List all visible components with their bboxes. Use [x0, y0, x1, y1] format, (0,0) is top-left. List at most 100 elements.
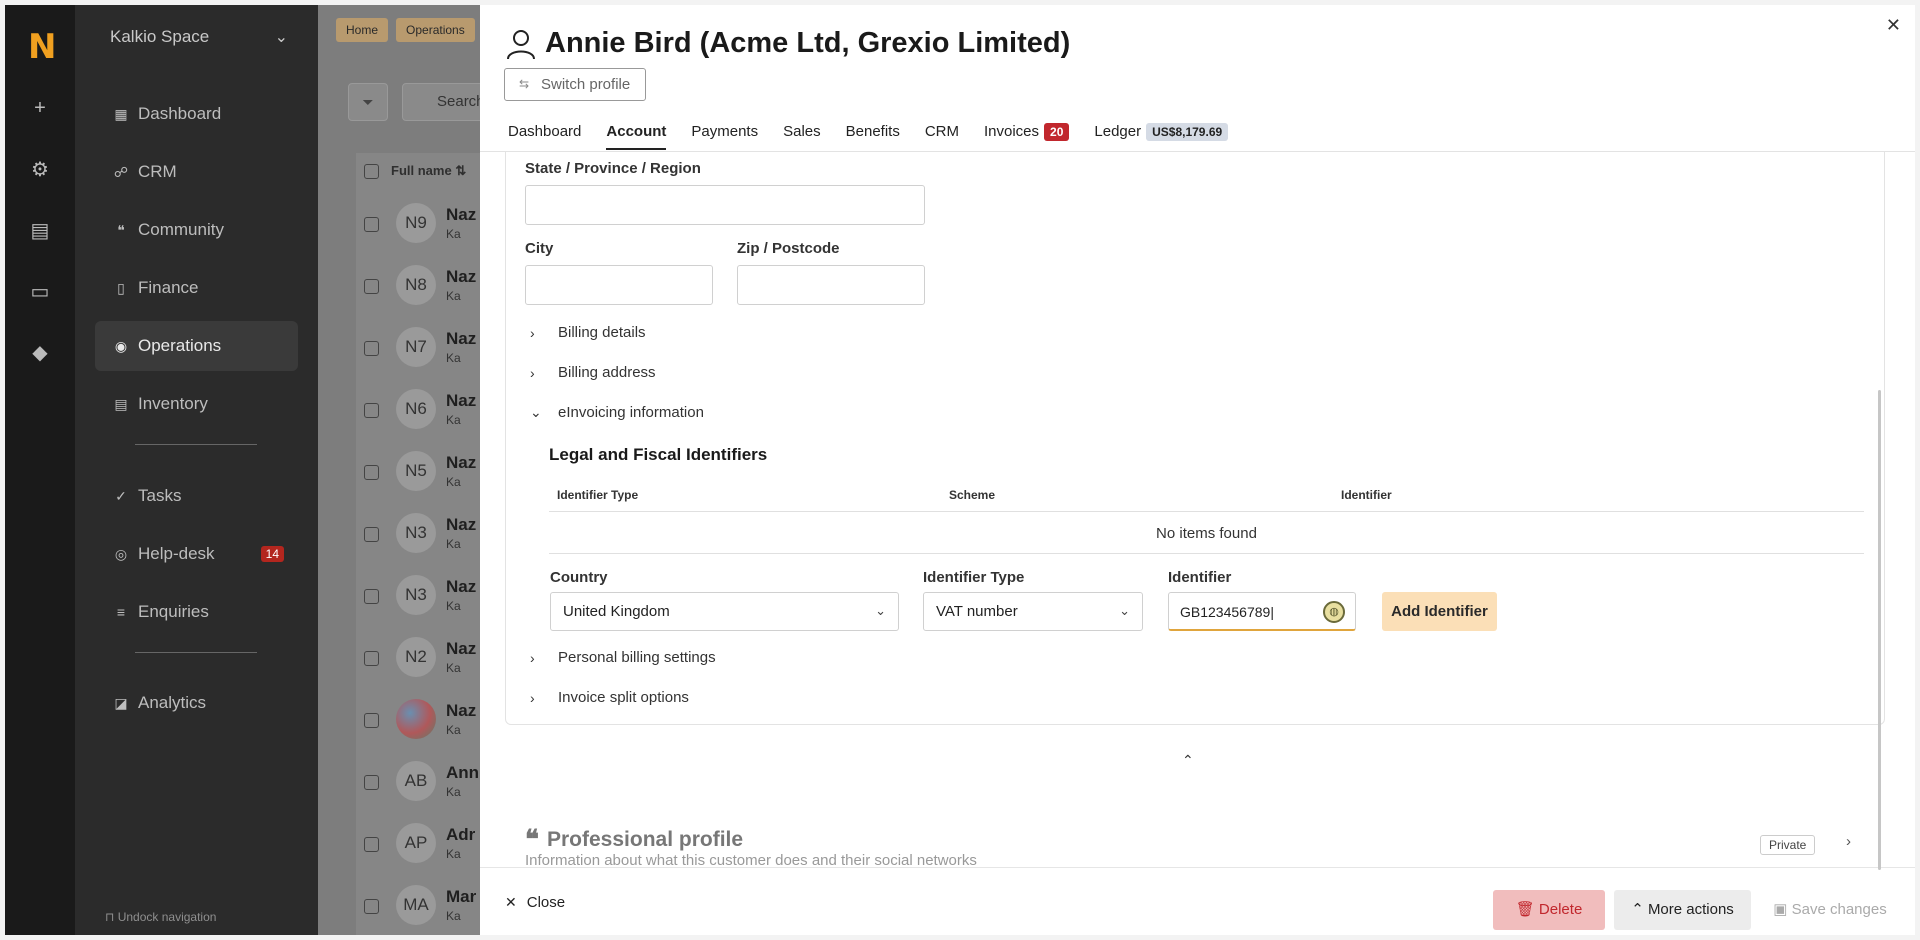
zip-field[interactable]	[737, 265, 925, 305]
professional-profile-header[interactable]: ❝ Professional profile	[525, 824, 743, 855]
sidebar-item-inventory[interactable]: ▤ Inventory	[95, 379, 298, 429]
list-item[interactable]: AP Adr Ka	[356, 813, 480, 875]
section-label: eInvoicing information	[558, 404, 704, 421]
list-item[interactable]: N2 Naz Ka	[356, 627, 480, 689]
column-header-full-name[interactable]: Full name	[391, 163, 452, 178]
switch-profile-button[interactable]: ⇆ Switch profile	[504, 68, 646, 101]
list-item[interactable]: N9 Naz Ka	[356, 193, 480, 255]
identifier-input[interactable]: GB123456789| ◍	[1168, 592, 1356, 631]
section-label: Invoice split options	[558, 689, 689, 706]
row-sub: Ka	[446, 351, 461, 365]
chevron-right-icon[interactable]: ›	[1846, 833, 1851, 850]
list-item[interactable]: AB Ann Ka	[356, 751, 480, 813]
sidebar-item-help-desk[interactable]: ◎ Help-desk 14	[95, 529, 298, 579]
tab-benefits[interactable]: Benefits	[846, 123, 900, 150]
scrollbar[interactable]	[1878, 390, 1881, 870]
undock-navigation[interactable]: ⊓ Undock navigation	[105, 910, 216, 924]
invoice-split-toggle[interactable]: › Invoice split options	[530, 689, 689, 706]
row-checkbox[interactable]	[364, 837, 379, 852]
sidebar-item-tasks[interactable]: ✓ Tasks	[95, 471, 298, 521]
more-actions-button[interactable]: ⌃ More actions	[1614, 890, 1751, 930]
row-checkbox[interactable]	[364, 651, 379, 666]
customer-drawer: ✕ Annie Bird (Acme Ltd, Grexio Limited) …	[480, 5, 1915, 935]
password-manager-icon[interactable]: ◍	[1323, 601, 1345, 623]
delete-button[interactable]: 🗑 Delete	[1493, 890, 1605, 930]
lifebuoy-icon: ◎	[114, 545, 128, 562]
sidebar-item-operations[interactable]: ◉ Operations	[95, 321, 298, 371]
row-checkbox[interactable]	[364, 775, 379, 790]
row-checkbox[interactable]	[364, 341, 379, 356]
tab-invoices[interactable]: Invoices 20	[984, 123, 1070, 150]
filter-button[interactable]: ⏷	[348, 83, 388, 121]
list-item[interactable]: N3 Naz Ka	[356, 503, 480, 565]
list-item[interactable]: N6 Naz Ka	[356, 379, 480, 441]
graduation-cap-icon[interactable]: ◆	[27, 340, 53, 366]
sidebar-item-crm[interactable]: ☍ CRM	[95, 147, 298, 197]
private-badge: Private	[1760, 835, 1816, 855]
identifier-label: Identifier	[1168, 569, 1232, 586]
column-header-identifier: Identifier	[1341, 488, 1392, 502]
row-checkbox[interactable]	[364, 217, 379, 232]
state-field[interactable]	[525, 185, 925, 225]
row-checkbox[interactable]	[364, 465, 379, 480]
breadcrumb-home[interactable]: Home	[336, 18, 389, 42]
select-all-checkbox[interactable]	[364, 164, 379, 180]
billing-details-toggle[interactable]: › Billing details	[530, 324, 646, 341]
row-name: Naz	[446, 267, 477, 286]
app-logo[interactable]: N	[28, 27, 56, 67]
professional-profile-description: Information about what this customer doe…	[525, 852, 977, 867]
plus-icon[interactable]: +	[27, 95, 53, 121]
tab-ledger[interactable]: Ledger US$8,179.69	[1094, 123, 1229, 150]
chevron-up-icon[interactable]: ⌃	[1182, 752, 1194, 769]
sidebar-item-dashboard[interactable]: ▦ Dashboard	[95, 89, 298, 139]
breadcrumb-operations[interactable]: Operations	[396, 18, 475, 42]
row-checkbox[interactable]	[364, 527, 379, 542]
sidebar-item-enquiries[interactable]: ≡ Enquiries	[95, 587, 298, 637]
einvoicing-toggle[interactable]: ⌄ eInvoicing information	[530, 404, 704, 421]
row-checkbox[interactable]	[364, 713, 379, 728]
avatar: AB	[396, 761, 436, 801]
country-select[interactable]: United Kingdom ⌄	[550, 592, 899, 631]
avatar: N8	[396, 265, 436, 305]
tab-label: Ledger	[1094, 123, 1142, 140]
tab-payments[interactable]: Payments	[691, 123, 758, 150]
close-button[interactable]: ✕ Close	[505, 894, 565, 911]
row-checkbox[interactable]	[364, 279, 379, 294]
add-identifier-button[interactable]: Add Identifier	[1382, 592, 1497, 631]
row-name: Naz	[446, 205, 477, 224]
row-checkbox[interactable]	[364, 899, 379, 914]
sidebar-nav: Kalkio Space ⌄ ▦ Dashboard ☍ CRM ❝ Communit…	[75, 5, 318, 935]
personal-billing-toggle[interactable]: › Personal billing settings	[530, 649, 716, 666]
list-item[interactable]: MA Mar Ka	[356, 875, 480, 935]
gear-icon[interactable]: ⚙	[27, 157, 53, 183]
sidebar-item-community[interactable]: ❝ Community	[95, 205, 298, 255]
save-changes-button[interactable]: ▣ Save changes	[1760, 890, 1900, 930]
city-field[interactable]	[525, 265, 713, 305]
row-checkbox[interactable]	[364, 589, 379, 604]
close-icon[interactable]: ✕	[1886, 15, 1901, 36]
tab-label: CRM	[924, 123, 959, 140]
chevron-down-icon[interactable]: ⌄	[275, 27, 288, 47]
list-item[interactable]: N5 Naz Ka	[356, 441, 480, 503]
list-item[interactable]: Naz Ka	[356, 689, 480, 751]
row-checkbox[interactable]	[364, 403, 379, 418]
folder-icon[interactable]: ▤	[27, 218, 53, 244]
sidebar-item-analytics[interactable]: ◪ Analytics	[95, 678, 298, 728]
tab-crm[interactable]: CRM	[925, 123, 959, 150]
list-item[interactable]: N7 Naz Ka	[356, 317, 480, 379]
billing-address-toggle[interactable]: › Billing address	[530, 364, 656, 381]
sidebar-item-finance[interactable]: ▯ Finance	[95, 263, 298, 313]
section-label: Personal billing settings	[558, 649, 716, 666]
tab-sales[interactable]: Sales	[783, 123, 821, 150]
tab-account[interactable]: Account	[606, 123, 667, 150]
list-item[interactable]: N3 Naz Ka	[356, 565, 480, 627]
workspace-name[interactable]: Kalkio Space	[110, 27, 209, 47]
chevron-right-icon: ›	[530, 324, 535, 341]
tab-dashboard[interactable]: Dashboard	[508, 123, 581, 150]
identifier-type-select[interactable]: VAT number ⌄	[923, 592, 1143, 631]
list-item[interactable]: N8 Naz Ka	[356, 255, 480, 317]
chat-icon[interactable]: ▭	[27, 279, 53, 305]
tab-label: Account	[606, 123, 667, 140]
search-input[interactable]: Search	[402, 83, 480, 121]
sort-icon[interactable]: ⇅	[455, 163, 466, 178]
